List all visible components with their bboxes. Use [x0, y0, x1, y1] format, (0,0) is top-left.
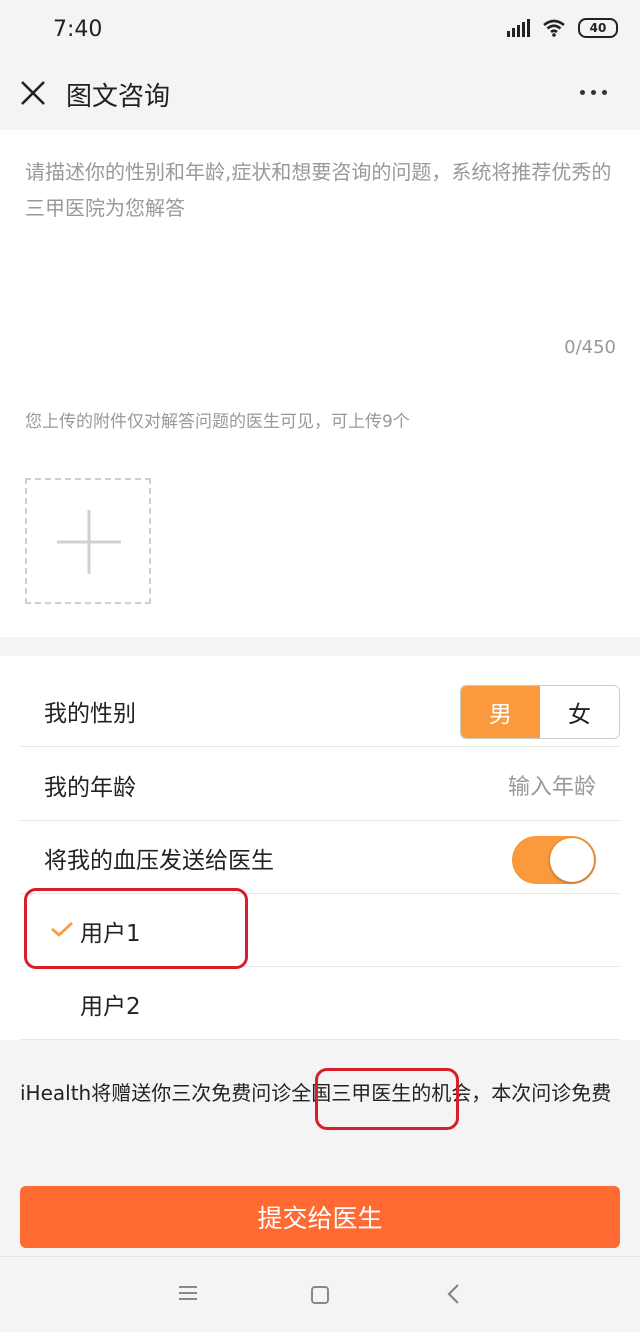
plus-icon — [57, 510, 121, 574]
check-icon — [51, 921, 73, 937]
gender-female-option[interactable]: 女 — [540, 686, 619, 738]
more-icon[interactable] — [580, 82, 612, 102]
status-icons: 40 — [507, 18, 618, 38]
attach-hint: 您上传的附件仅对解答问题的医生可见，可上传9个 — [25, 412, 410, 432]
promo-text: iHealth将赠送你三次免费问诊全国三甲医生的机会，本次问诊免费 — [20, 1076, 620, 1111]
user-row-1[interactable]: 用户1 — [20, 894, 620, 967]
close-icon[interactable] — [18, 78, 48, 108]
battery-icon: 40 — [578, 18, 618, 38]
wifi-icon — [543, 19, 565, 37]
user-row-2[interactable]: 用户2 — [20, 967, 620, 1040]
promo-after: 的机会，本次问诊免费 — [411, 1081, 612, 1105]
status-time: 7:40 — [53, 17, 103, 42]
age-input[interactable]: 输入年龄 — [508, 769, 596, 801]
bp-toggle-switch[interactable] — [512, 836, 596, 884]
bp-label: 将我的血压发送给医生 — [44, 848, 274, 874]
menu-icon[interactable] — [178, 1284, 198, 1302]
consult-panel: 请描述你的性别和年龄,症状和想要咨询的问题，系统将推荐优秀的三甲医院为您解答 0… — [0, 130, 640, 637]
page-title: 图文咨询 — [66, 82, 171, 112]
status-bar: 7:40 40 — [0, 0, 640, 62]
add-attachment-button[interactable] — [25, 478, 151, 604]
promo-highlight: 全国三甲医生 — [291, 1081, 412, 1105]
settings-panel: 我的性别 男 女 我的年龄 输入年龄 将我的血压发送给医生 用户1 用户2 — [0, 656, 640, 1040]
home-icon[interactable] — [310, 1285, 330, 1305]
user-name: 用户1 — [80, 921, 141, 947]
gender-row: 我的性别 男 女 — [20, 674, 620, 747]
header: 图文咨询 — [0, 62, 640, 128]
char-count: 0/450 — [564, 337, 616, 358]
consult-textarea[interactable]: 请描述你的性别和年龄,症状和想要咨询的问题，系统将推荐优秀的三甲医院为您解答 — [25, 154, 615, 226]
promo-before: iHealth将赠送你三次免费问诊 — [20, 1081, 292, 1105]
user-name: 用户2 — [80, 994, 141, 1020]
age-label: 我的年龄 — [44, 775, 136, 801]
gender-label: 我的性别 — [44, 701, 136, 727]
system-nav-bar — [0, 1256, 640, 1332]
switch-knob — [550, 838, 594, 882]
back-icon[interactable] — [446, 1283, 460, 1305]
bp-row: 将我的血压发送给医生 — [20, 821, 620, 894]
gender-male-option[interactable]: 男 — [461, 686, 540, 738]
age-row: 我的年龄 输入年龄 — [20, 748, 620, 821]
signal-icon — [507, 19, 530, 37]
submit-button[interactable]: 提交给医生 — [20, 1186, 620, 1248]
gender-toggle: 男 女 — [460, 685, 620, 739]
